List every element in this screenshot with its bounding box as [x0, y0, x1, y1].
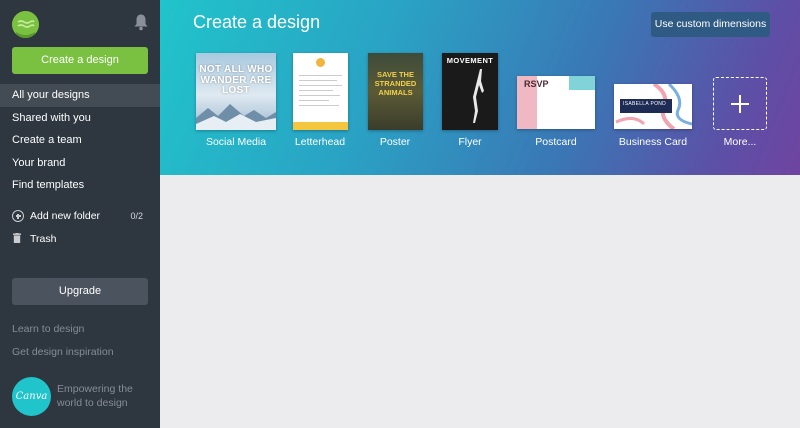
learn-to-design-link[interactable]: Learn to design: [12, 323, 84, 335]
text-line: [299, 90, 333, 92]
designs-area: [160, 175, 800, 428]
folder-count: 0/2: [130, 211, 143, 221]
template-letterhead[interactable]: [293, 53, 348, 130]
create-design-hero: Create a design Use custom dimensions NO…: [160, 0, 800, 175]
sidebar-item-shared[interactable]: Shared with you: [0, 107, 160, 130]
bell-icon[interactable]: [133, 13, 149, 31]
text-line: [299, 100, 329, 102]
text-line: [299, 75, 342, 77]
tagline: Empowering the world to design: [57, 383, 133, 409]
business-card-preview-text: ISABELLA POND: [623, 101, 667, 107]
sidebar-item-find-templates[interactable]: Find templates: [0, 174, 160, 197]
template-label-postcard[interactable]: Postcard: [506, 136, 606, 148]
sidebar-nav: All your designs Shared with you Create …: [0, 84, 170, 197]
custom-dimensions-button[interactable]: Use custom dimensions: [651, 12, 770, 37]
text-line: [299, 105, 339, 107]
plus-circle-icon: [12, 210, 24, 222]
letterhead-footer-bar: [293, 122, 348, 130]
trash-label: Trash: [30, 233, 57, 245]
add-folder-label: Add new folder: [30, 210, 101, 222]
template-label-more[interactable]: More...: [690, 136, 790, 148]
template-business-card[interactable]: ISABELLA POND: [614, 84, 692, 129]
add-folder-row[interactable]: Add new folder 0/2: [12, 209, 148, 225]
mountain-image: [196, 104, 276, 130]
trash-icon: [13, 233, 21, 243]
more-templates-button[interactable]: [713, 77, 767, 130]
avatar[interactable]: [12, 11, 39, 38]
page-title: Create a design: [193, 12, 321, 32]
create-design-button[interactable]: Create a design: [12, 47, 148, 74]
design-inspiration-link[interactable]: Get design inspiration: [12, 346, 114, 358]
flyer-preview-text: MOVEMENT: [446, 56, 494, 65]
template-social-media[interactable]: NOT ALL WHO WANDER ARE LOST: [196, 53, 276, 130]
canva-logo[interactable]: Canva: [12, 377, 51, 416]
social-preview-text: NOT ALL WHO WANDER ARE LOST: [199, 64, 273, 96]
sidebar: Create a design All your designs Shared …: [0, 0, 170, 428]
template-flyer[interactable]: MOVEMENT: [442, 53, 498, 130]
template-label-flyer[interactable]: Flyer: [420, 136, 520, 148]
postcard-preview-text: RSVP: [524, 78, 549, 90]
template-label-business-card[interactable]: Business Card: [603, 136, 703, 148]
template-postcard[interactable]: RSVP: [517, 76, 595, 129]
sidebar-item-all-designs[interactable]: All your designs: [0, 84, 170, 107]
text-line: [299, 85, 342, 87]
postcard-teal-block: [569, 76, 595, 90]
letterhead-logo: [316, 58, 325, 67]
text-line: [299, 80, 337, 82]
poster-preview-text: SAVE THE STRANDED ANIMALS: [374, 70, 417, 97]
sidebar-item-your-brand[interactable]: Your brand: [0, 152, 160, 175]
text-line: [299, 95, 340, 97]
upgrade-button[interactable]: Upgrade: [12, 278, 148, 305]
sidebar-item-create-team[interactable]: Create a team: [0, 129, 160, 152]
template-poster[interactable]: SAVE THE STRANDED ANIMALS: [368, 53, 423, 130]
dancer-image: [473, 69, 484, 123]
